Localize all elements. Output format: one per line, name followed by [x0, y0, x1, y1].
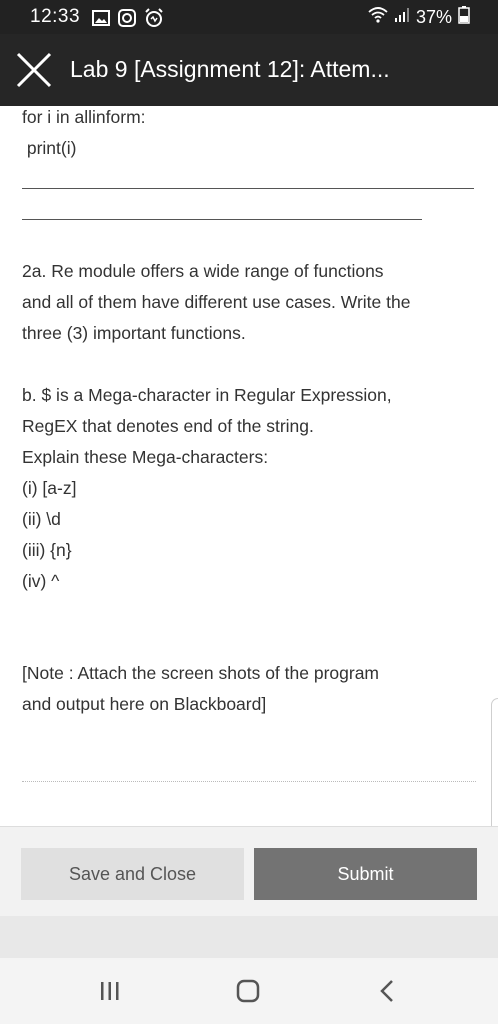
- alarm-icon: [144, 8, 164, 33]
- submit-button[interactable]: Submit: [254, 848, 477, 900]
- status-bar: 12:33 37%: [0, 0, 498, 34]
- wifi-icon: [368, 7, 388, 28]
- answer-line: [22, 188, 474, 189]
- screen: 12:33 37% Lab 9 [Assignment 12]: Attem..…: [0, 0, 498, 1024]
- system-nav-bar: [0, 958, 498, 1024]
- home-icon: [236, 979, 260, 1003]
- close-icon: [16, 52, 52, 88]
- instagram-icon: [118, 9, 136, 32]
- assignment-content: for i in allinform: print(i) 2a. Re modu…: [0, 106, 498, 826]
- question-2a-line: three (3) important functions.: [22, 323, 246, 343]
- question-b-item: (iii) {n}: [22, 540, 72, 560]
- question-b-line: Explain these Mega-characters:: [22, 447, 269, 467]
- question-b-item: (iv) ^: [22, 571, 60, 591]
- recent-apps-button[interactable]: [95, 976, 125, 1006]
- battery-icon: [458, 6, 470, 29]
- code-line: for i in allinform:: [22, 107, 146, 127]
- home-button[interactable]: [233, 976, 263, 1006]
- question-b-item: (ii) \d: [22, 509, 61, 529]
- battery-percentage: 37%: [415, 7, 452, 27]
- content-divider: [22, 781, 476, 782]
- footer-band: [0, 916, 498, 958]
- back-icon: [380, 980, 393, 1002]
- status-icons-left: [92, 8, 164, 33]
- note-line: and output here on Blackboard]: [22, 694, 267, 714]
- save-and-close-button[interactable]: Save and Close: [21, 848, 244, 900]
- action-bar: Save and Close Submit: [0, 826, 498, 917]
- question-2a-line: and all of them have different use cases…: [22, 292, 411, 312]
- close-button[interactable]: [14, 50, 54, 90]
- status-time: 12:33: [30, 6, 81, 27]
- question-b-line: RegEX that denotes end of the string.: [22, 416, 314, 436]
- status-icons-right: 37%: [368, 6, 470, 29]
- image-icon: [92, 10, 110, 31]
- page-title: Lab 9 [Assignment 12]: Attem...: [70, 56, 390, 82]
- question-b-line: b. $ is a Mega-character in Regular Expr…: [22, 385, 392, 405]
- signal-icon: [394, 7, 410, 28]
- recent-apps-icon: [101, 982, 119, 1000]
- app-bar: Lab 9 [Assignment 12]: Attem...: [0, 34, 498, 106]
- note-line: [Note : Attach the screen shots of the p…: [22, 663, 379, 683]
- code-line: print(i): [22, 138, 77, 158]
- question-2a-line: 2a. Re module offers a wide range of fun…: [22, 261, 384, 281]
- back-button[interactable]: [373, 976, 403, 1006]
- question-b-item: (i) [a-z]: [22, 478, 77, 498]
- answer-line: [22, 219, 422, 220]
